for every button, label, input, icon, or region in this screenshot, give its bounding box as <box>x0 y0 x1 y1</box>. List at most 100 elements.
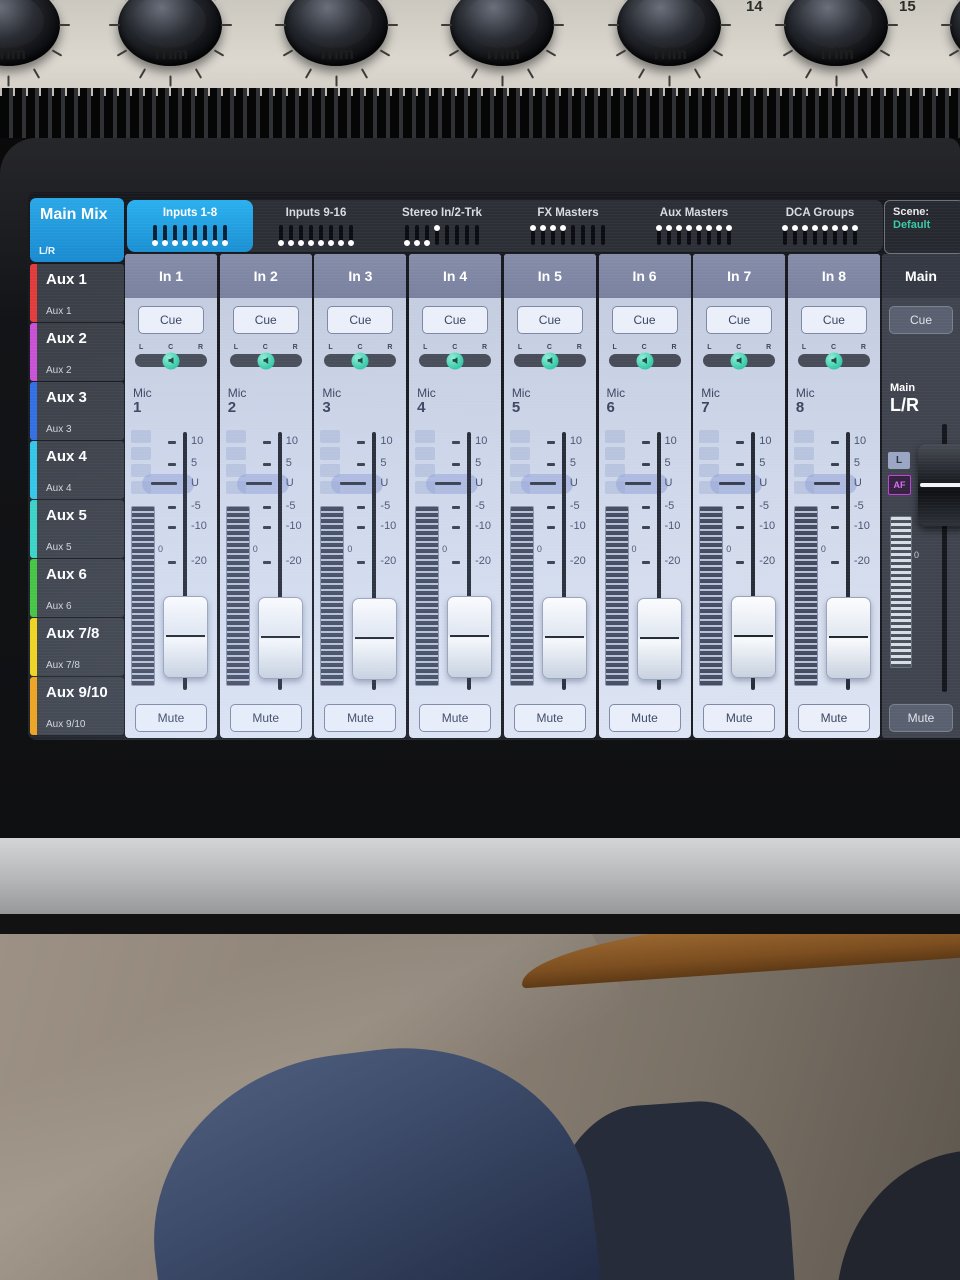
pan-label: L <box>328 344 333 351</box>
sidebar-item-aux-2[interactable]: Aux 2 Aux 2 <box>30 323 124 381</box>
tab-inputs-9-16[interactable]: Inputs 9-16 <box>253 200 379 252</box>
fader-cap[interactable] <box>731 596 777 678</box>
cue-row: Cue <box>693 298 785 342</box>
knob-tick-mark <box>360 68 369 79</box>
tab-aux-masters[interactable]: Aux Masters <box>631 200 757 252</box>
cue-button[interactable]: Cue <box>516 306 583 334</box>
channel-header: In 3 <box>314 254 407 298</box>
sidebar-item-aux-7[interactable]: Aux 7/8 Aux 7/8 <box>30 618 124 676</box>
knob-tick-mark <box>304 68 313 79</box>
knob-tick-mark <box>275 24 286 26</box>
cue-button[interactable]: Cue <box>422 306 489 334</box>
fader-cap[interactable] <box>352 598 398 680</box>
mini-fader-dot <box>530 225 536 231</box>
tab-stereo-in-2-trk[interactable]: Stereo In/2-Trk <box>379 200 505 252</box>
mute-button[interactable]: Mute <box>608 704 681 732</box>
fader-cap[interactable] <box>541 597 587 679</box>
sidebar-item-aux-1[interactable]: Aux 1 Aux 1 <box>30 264 124 322</box>
scale-label: U <box>285 477 294 489</box>
mini-fader-dot <box>842 225 848 231</box>
trim-knob-label: Trim <box>318 44 354 63</box>
main-mute-button[interactable]: Mute <box>889 704 953 732</box>
sidebar-item-aux-4[interactable]: Aux 4 Aux 4 <box>30 441 124 499</box>
pan-slider[interactable] <box>324 352 397 369</box>
scale-label: -5 <box>759 500 769 512</box>
mini-faders-icon <box>782 223 858 245</box>
tab-label: Inputs 1-8 <box>162 207 218 219</box>
scale-tick <box>546 463 555 466</box>
mute-button[interactable]: Mute <box>513 704 586 732</box>
fader-cap[interactable] <box>257 597 303 679</box>
pan-label: L <box>612 344 617 351</box>
sidebar-item-aux-3[interactable]: Aux 3 Aux 3 <box>30 382 124 440</box>
pan-knob[interactable] <box>825 352 843 369</box>
tab-inputs-1-8[interactable]: Inputs 1-8 <box>127 200 253 252</box>
mini-fader-dot <box>298 240 304 246</box>
scale-tick <box>736 561 745 564</box>
pan-slider[interactable] <box>608 352 681 369</box>
knob-face <box>631 0 705 48</box>
knob-tick-mark <box>169 75 172 87</box>
tab-dca-groups[interactable]: DCA Groups <box>757 200 883 252</box>
pan-knob[interactable] <box>446 352 464 369</box>
channel-strip-in-1: In 1 Cue L C R Mic 1 0 10 5 U -5 -10 -20 Mute <box>125 254 217 738</box>
sidebar-item-aux-6[interactable]: Aux 6 Aux 6 <box>30 559 124 617</box>
cue-button[interactable]: Cue <box>800 306 867 334</box>
fader-cap[interactable] <box>636 598 682 680</box>
pan-knob[interactable] <box>636 352 654 369</box>
mute-button[interactable]: Mute <box>135 704 207 732</box>
pan-slider[interactable] <box>703 352 776 369</box>
pan-label: L <box>707 344 712 351</box>
pan-slider[interactable] <box>135 352 207 369</box>
scale-label: -20 <box>569 555 586 567</box>
mute-button[interactable]: Mute <box>419 704 492 732</box>
mini-fader-dot <box>338 240 344 246</box>
pan-slider[interactable] <box>797 352 870 369</box>
source-number: 5 <box>511 399 521 416</box>
cue-button[interactable]: Cue <box>327 306 394 334</box>
knob-face <box>132 0 206 48</box>
mute-button[interactable]: Mute <box>324 704 397 732</box>
fader-cap[interactable] <box>163 596 208 678</box>
trim-knob-label: Trim <box>818 44 854 63</box>
cue-button[interactable]: Cue <box>611 306 678 334</box>
fader-cap[interactable] <box>825 597 871 679</box>
fader-cap[interactable] <box>447 596 493 678</box>
pan-knob[interactable] <box>351 352 369 369</box>
mute-row: Mute <box>599 698 691 738</box>
mute-button[interactable]: Mute <box>229 704 302 732</box>
trim-knob[interactable] <box>941 0 960 66</box>
scale-tick <box>357 441 366 444</box>
scene-button[interactable]: Scene: Default <box>884 200 960 254</box>
main-cue-button[interactable]: Cue <box>889 306 953 334</box>
scale-label: 5 <box>569 457 576 469</box>
pan-knob[interactable] <box>541 352 559 369</box>
main-fader-section: L AF 0 <box>882 424 960 698</box>
pan-slider[interactable] <box>419 352 492 369</box>
pan-knob[interactable] <box>730 352 748 369</box>
scale-tick <box>262 526 271 529</box>
pan-slider[interactable] <box>229 352 302 369</box>
pan-knob[interactable] <box>162 352 180 369</box>
mute-button[interactable]: Mute <box>797 704 870 732</box>
pan-slider[interactable] <box>513 352 586 369</box>
aux-label: Aux 5 <box>46 507 87 524</box>
sidebar-item-main-mix[interactable]: Main Mix L/R <box>30 198 124 262</box>
sidebar-item-aux-5[interactable]: Aux 5 Aux 5 <box>30 500 124 558</box>
pan-row: LCR <box>599 342 691 384</box>
tab-fx-masters[interactable]: FX Masters <box>505 200 631 252</box>
fader-section: 0 10 5 U -5 -10 -20 <box>599 426 691 698</box>
cue-button[interactable]: Cue <box>232 306 299 334</box>
knob-face <box>798 0 872 48</box>
main-fader-cap[interactable] <box>918 444 960 526</box>
mute-button[interactable]: Mute <box>703 704 776 732</box>
sidebar-item-aux-8[interactable]: Aux 9/10 Aux 9/10 <box>30 677 124 735</box>
mini-fader-dot <box>560 225 566 231</box>
channel-header: In 4 <box>409 254 502 298</box>
mini-fader-stem <box>172 225 178 246</box>
mini-fader-stem <box>298 225 304 246</box>
cue-button[interactable]: Cue <box>138 306 204 334</box>
speaker-icon <box>831 357 837 364</box>
pan-knob[interactable] <box>257 352 275 369</box>
cue-button[interactable]: Cue <box>706 306 773 334</box>
